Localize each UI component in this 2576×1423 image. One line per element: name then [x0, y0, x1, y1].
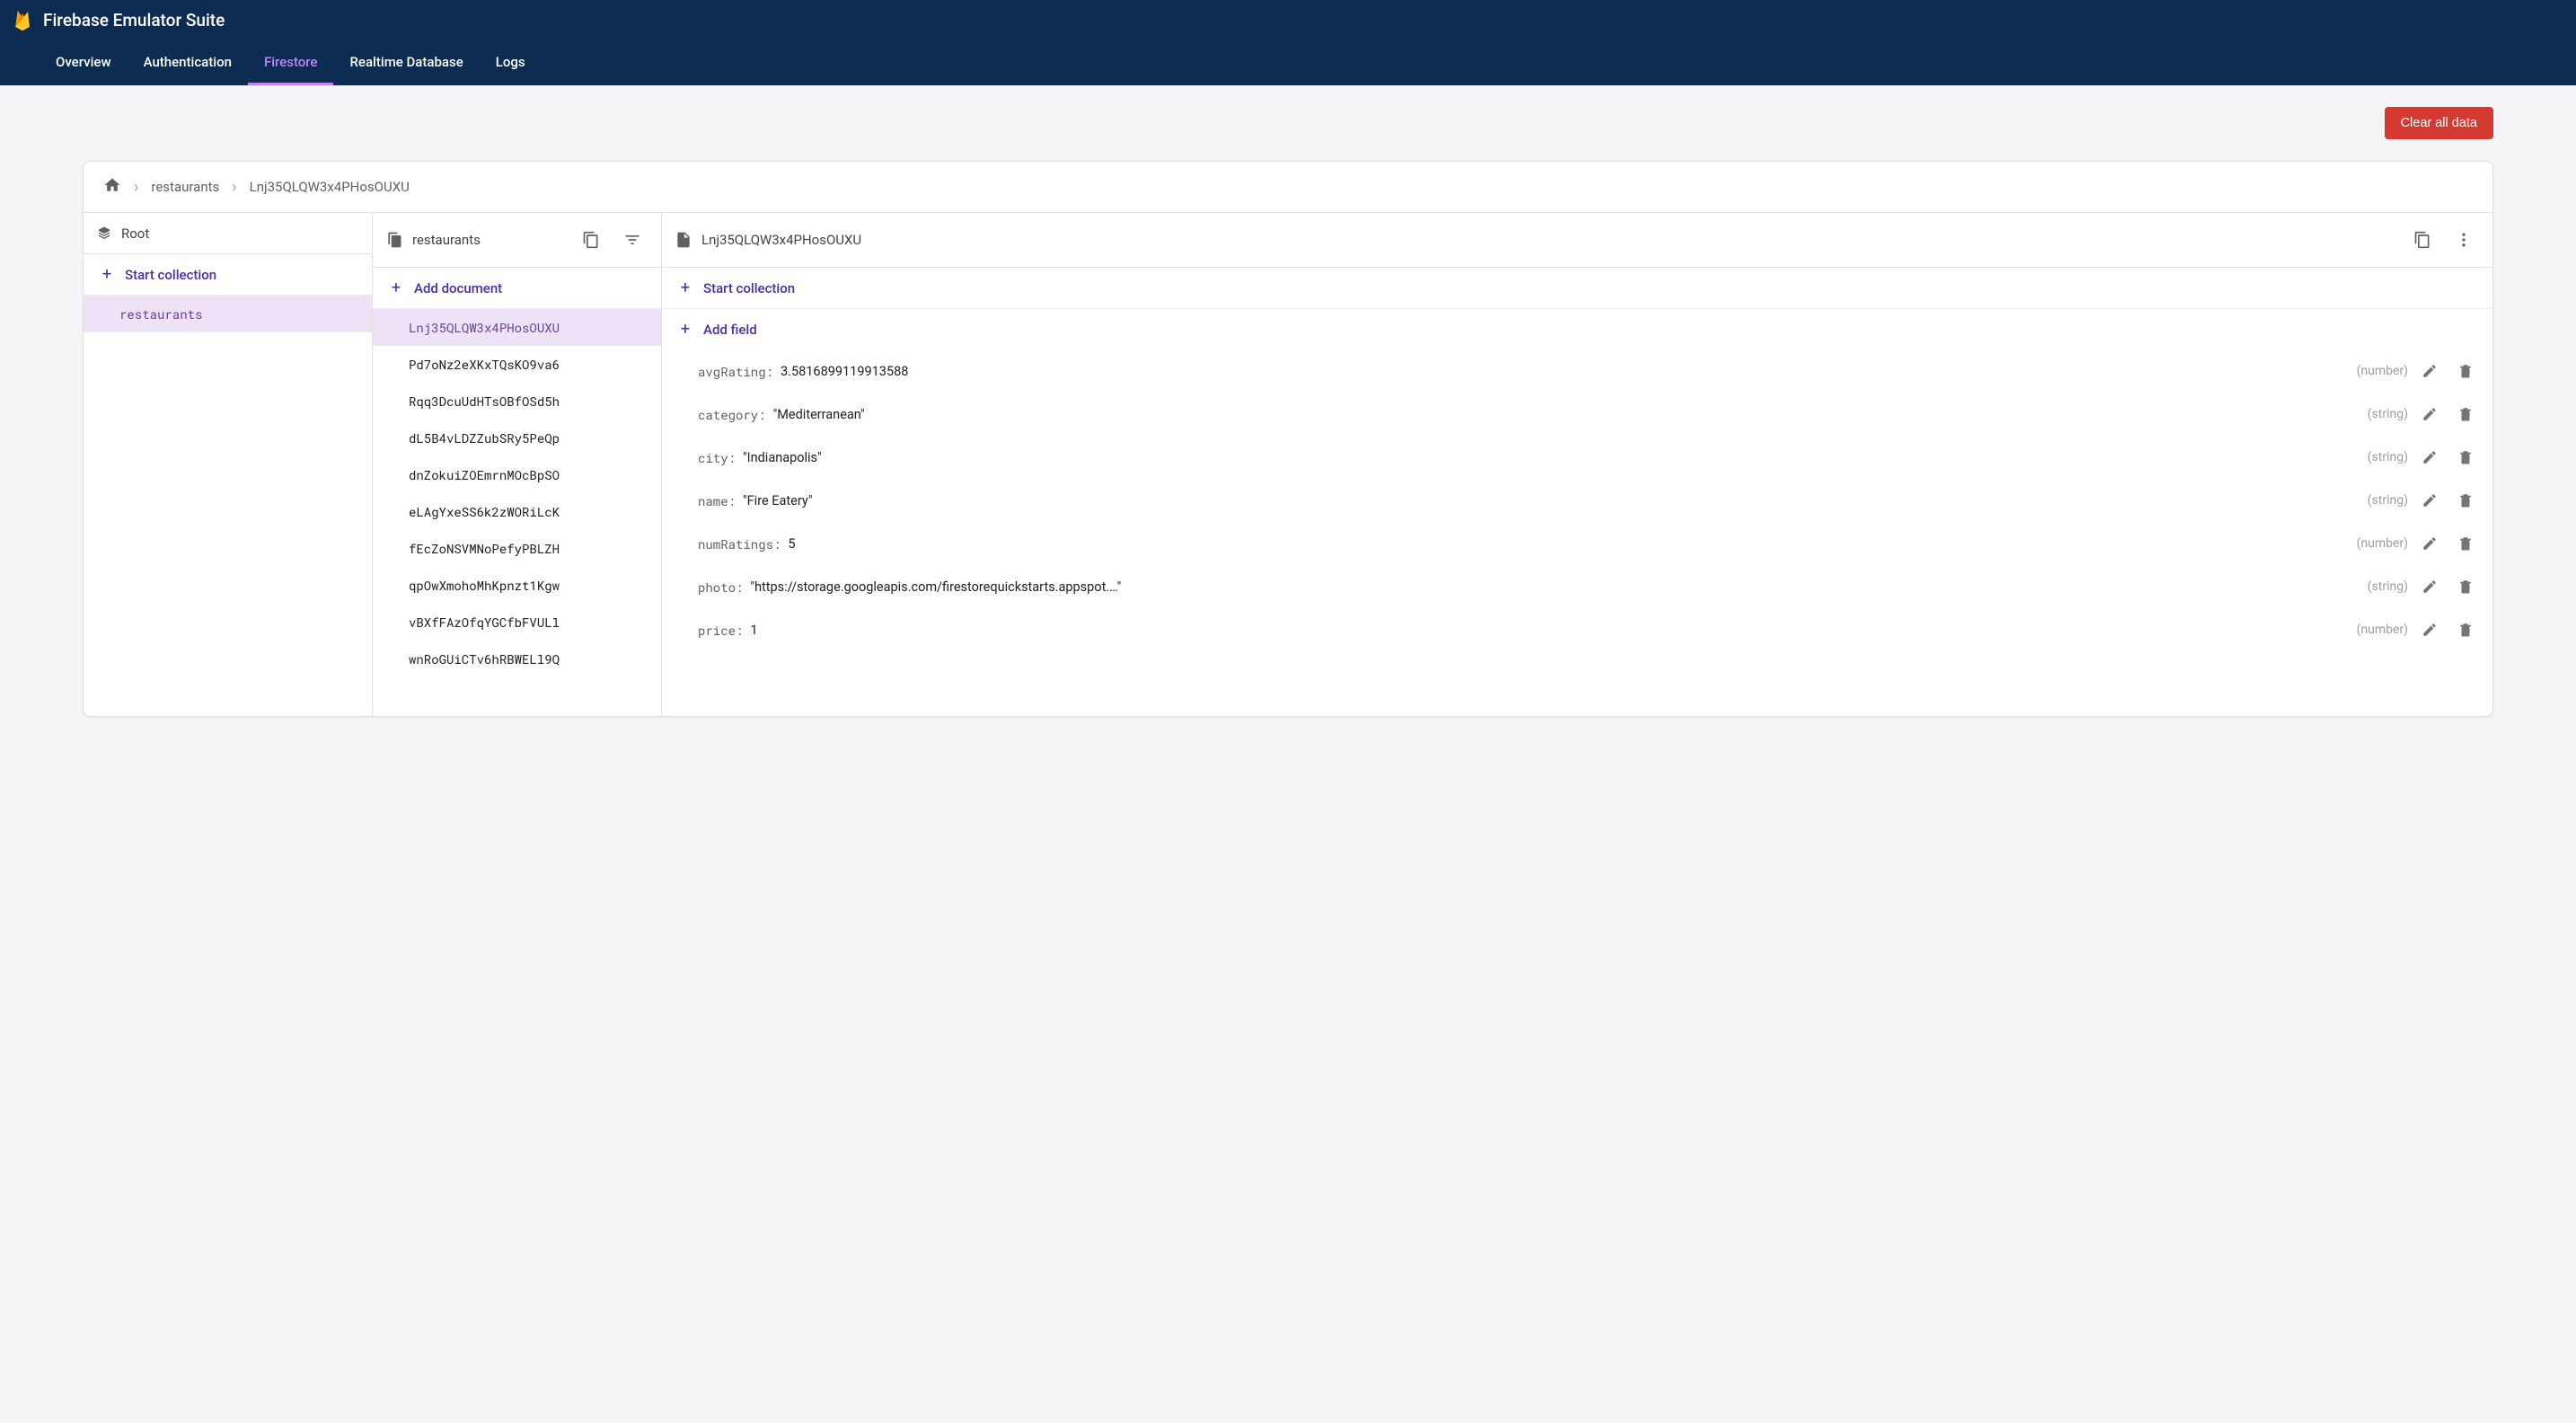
- filter-icon[interactable]: [616, 224, 648, 256]
- document-item[interactable]: dL5B4vLDZZubSRy5PeQp: [373, 420, 661, 456]
- field-type: (string): [2368, 407, 2408, 421]
- edit-icon[interactable]: [2415, 529, 2444, 558]
- field-key: city:: [698, 449, 736, 466]
- field-value: "Indianapolis": [743, 450, 2360, 465]
- field-value: 1: [750, 623, 2349, 638]
- edit-icon[interactable]: [2415, 572, 2444, 601]
- document-item[interactable]: vBXfFAzOfqYGCfbFVULl: [373, 604, 661, 641]
- add-document-button[interactable]: + Add document: [373, 268, 661, 309]
- app-title: Firebase Emulator Suite: [43, 10, 225, 31]
- collection-icon: [385, 231, 403, 249]
- delete-icon[interactable]: [2451, 400, 2480, 429]
- field-row: price: 1 (number): [662, 608, 2492, 651]
- field-key: avgRating:: [698, 363, 773, 380]
- field-key: name:: [698, 492, 736, 509]
- collection-item[interactable]: restaurants: [84, 296, 372, 332]
- more-vert-icon[interactable]: [2448, 224, 2480, 256]
- field-value: "Mediterranean": [773, 407, 2360, 422]
- toolbar: Clear all data: [0, 85, 2576, 139]
- field-value: 3.5816899119913588: [781, 364, 2350, 379]
- document-item[interactable]: Lnj35QLQW3x4PHosOUXU: [373, 309, 661, 346]
- delete-icon[interactable]: [2451, 615, 2480, 644]
- field-key: photo:: [698, 579, 743, 596]
- edit-icon[interactable]: [2415, 357, 2444, 385]
- field-key: price:: [698, 622, 743, 639]
- document-item[interactable]: Rqq3DcuUdHTsOBfOSd5h: [373, 383, 661, 420]
- field-list: avgRating: 3.5816899119913588 (number) cate…: [662, 349, 2492, 716]
- chevron-right-icon: ›: [134, 178, 138, 197]
- edit-icon[interactable]: [2415, 486, 2444, 515]
- copy-icon[interactable]: [575, 224, 607, 256]
- documents-column-title: restaurants: [412, 232, 481, 248]
- field-row: avgRating: 3.5816899119913588 (number): [662, 349, 2492, 393]
- firebase-logo-icon: [13, 7, 32, 32]
- nav-tabs: OverviewAuthenticationFirestoreRealtime …: [13, 41, 2563, 85]
- home-icon[interactable]: [103, 176, 121, 198]
- tab-authentication[interactable]: Authentication: [128, 41, 248, 85]
- start-subcollection-button[interactable]: + Start collection: [662, 268, 2492, 309]
- plus-icon: +: [678, 320, 693, 339]
- database-icon: [96, 225, 112, 242]
- delete-icon[interactable]: [2451, 529, 2480, 558]
- field-row: photo: "https://storage.googleapis.com/fi…: [662, 565, 2492, 608]
- breadcrumb-document[interactable]: Lnj35QLQW3x4PHosOUXU: [250, 179, 410, 195]
- document-list: Lnj35QLQW3x4PHosOUXUPd7oNz2eXKxTQsKO9va6…: [373, 309, 661, 716]
- start-collection-button[interactable]: + Start collection: [84, 254, 372, 296]
- document-icon: [675, 231, 693, 249]
- field-row: city: "Indianapolis" (string): [662, 436, 2492, 479]
- document-title: Lnj35QLQW3x4PHosOUXU: [701, 232, 861, 248]
- field-row: category: "Mediterranean" (string): [662, 393, 2492, 436]
- field-type: (number): [2357, 623, 2408, 637]
- field-row: numRatings: 5 (number): [662, 522, 2492, 565]
- chevron-right-icon: ›: [232, 178, 236, 197]
- field-value: "https://storage.googleapis.com/firestor…: [750, 579, 2360, 595]
- document-item[interactable]: Pd7oNz2eXKxTQsKO9va6: [373, 346, 661, 383]
- tab-logs[interactable]: Logs: [480, 41, 542, 85]
- breadcrumb-collection[interactable]: restaurants: [151, 179, 219, 195]
- root-column: Root + Start collection restaurants: [84, 213, 373, 716]
- document-item[interactable]: eLAgYxeSS6k2zWORiLcK: [373, 493, 661, 530]
- plus-icon: +: [678, 278, 693, 297]
- tab-realtime-database[interactable]: Realtime Database: [333, 41, 479, 85]
- add-field-button[interactable]: + Add field: [662, 309, 2492, 349]
- delete-icon[interactable]: [2451, 486, 2480, 515]
- edit-icon[interactable]: [2415, 443, 2444, 472]
- document-item[interactable]: qpOwXmohoMhKpnzt1Kgw: [373, 567, 661, 604]
- app-header: Firebase Emulator Suite OverviewAuthenti…: [0, 0, 2576, 85]
- start-subcollection-label: Start collection: [703, 280, 795, 296]
- field-type: (string): [2368, 493, 2408, 508]
- document-detail-column: Lnj35QLQW3x4PHosOUXU + Start collection …: [662, 213, 2492, 716]
- edit-icon[interactable]: [2415, 400, 2444, 429]
- field-type: (string): [2368, 579, 2408, 594]
- delete-icon[interactable]: [2451, 572, 2480, 601]
- document-item[interactable]: dnZokuiZOEmrnMOcBpSO: [373, 456, 661, 493]
- delete-icon[interactable]: [2451, 443, 2480, 472]
- delete-icon[interactable]: [2451, 357, 2480, 385]
- plus-icon: +: [389, 278, 403, 297]
- documents-column: restaurants + Add document Lnj35QLQW3x4P…: [373, 213, 662, 716]
- data-panel: › restaurants › Lnj35QLQW3x4PHosOUXU Roo…: [83, 161, 2493, 717]
- field-row: name: "Fire Eatery" (string): [662, 479, 2492, 522]
- field-value: 5: [788, 536, 2349, 552]
- copy-icon[interactable]: [2406, 224, 2439, 256]
- field-key: category:: [698, 406, 766, 423]
- field-key: numRatings:: [698, 535, 781, 552]
- tab-firestore[interactable]: Firestore: [248, 41, 334, 85]
- add-field-label: Add field: [703, 322, 757, 338]
- root-column-title: Root: [121, 225, 149, 242]
- field-type: (string): [2368, 450, 2408, 464]
- collection-list: restaurants: [84, 296, 372, 716]
- document-item[interactable]: fEcZoNSVMNoPefyPBLZH: [373, 530, 661, 567]
- clear-all-data-button[interactable]: Clear all data: [2385, 107, 2493, 139]
- field-value: "Fire Eatery": [743, 493, 2360, 508]
- add-document-label: Add document: [414, 280, 502, 296]
- start-collection-label: Start collection: [125, 267, 216, 283]
- plus-icon: +: [100, 265, 114, 284]
- edit-icon[interactable]: [2415, 615, 2444, 644]
- field-type: (number): [2357, 536, 2408, 551]
- document-item[interactable]: wnRoGUiCTv6hRBWELl9Q: [373, 641, 661, 677]
- breadcrumb: › restaurants › Lnj35QLQW3x4PHosOUXU: [84, 162, 2492, 213]
- tab-overview[interactable]: Overview: [40, 41, 128, 85]
- field-type: (number): [2357, 364, 2408, 378]
